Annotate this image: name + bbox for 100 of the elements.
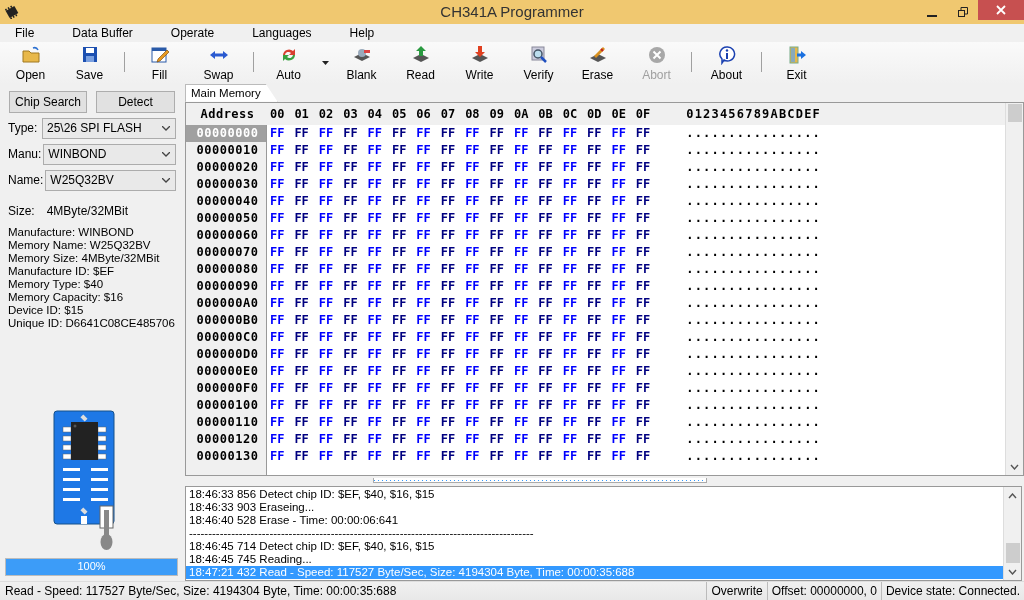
dropdown-field[interactable]: WINBOND [43, 143, 176, 165]
hex-byte: FF [294, 143, 310, 158]
hex-byte: FF [587, 381, 603, 396]
ascii-text: ................ [686, 143, 822, 158]
hex-byte: FF [391, 381, 408, 396]
hex-byte: FF [587, 330, 603, 345]
scrollbar-thumb[interactable] [1005, 542, 1020, 563]
hex-byte: FF [416, 279, 432, 294]
hex-byte: FF [635, 330, 652, 345]
close-button[interactable] [978, 0, 1024, 20]
menu-item[interactable]: Operate [162, 25, 223, 40]
action-button[interactable]: Detect [96, 90, 175, 113]
hex-byte: FF [367, 398, 383, 413]
toolbar-button[interactable]: Auto [259, 41, 318, 84]
hex-byte: FF [562, 126, 579, 141]
hex-byte: FF [513, 415, 530, 430]
hex-byte: FF [538, 330, 554, 345]
hex-byte: FF [294, 194, 310, 209]
toolbar-button[interactable]: Write [450, 41, 509, 84]
hex-byte: FF [587, 347, 603, 362]
hex-byte: FF [465, 381, 481, 396]
cancel-icon [646, 44, 667, 65]
hex-byte: FF [270, 364, 286, 379]
hex-byte: FF [465, 296, 481, 311]
dropdown-field[interactable]: 25\26 SPI FLASH [42, 117, 176, 139]
menu-item[interactable]: Languages [244, 25, 320, 40]
hex-byte: FF [538, 228, 554, 243]
hex-byte: FF [465, 330, 481, 345]
hex-byte: FF [294, 415, 310, 430]
toolbar-button[interactable]: Swap [189, 41, 248, 84]
hex-byte: FF [513, 330, 530, 345]
hex-byte: FF [270, 415, 286, 430]
hex-byte: FF [611, 245, 627, 260]
hex-byte: FF [635, 364, 652, 379]
hex-byte: FF [489, 143, 505, 158]
hex-byte: FF [513, 296, 530, 311]
hex-byte: FF [635, 228, 652, 243]
hex-byte: FF [513, 432, 530, 447]
hex-byte: FF [416, 126, 432, 141]
hex-byte: FF [367, 194, 383, 209]
hex-byte: FF [367, 160, 383, 175]
chevron-icon [162, 177, 170, 183]
hex-byte: FF [343, 364, 359, 379]
hex-byte: FF [294, 432, 310, 447]
column-header: 0A [513, 106, 530, 121]
hex-byte: FF [416, 296, 432, 311]
scrollbar-thumb[interactable] [1007, 103, 1022, 122]
ascii-text: ................ [686, 279, 822, 294]
address-cell-text: 000000B0 [195, 312, 260, 329]
toolbar-button[interactable]: Save [60, 41, 119, 84]
hex-byte: FF [440, 194, 457, 209]
hex-byte: FF [294, 228, 310, 243]
ascii-text: ................ [686, 313, 822, 328]
dropdown-field[interactable]: W25Q32BV [45, 169, 176, 191]
hex-byte: FF [318, 330, 335, 345]
hex-byte: FF [270, 347, 286, 362]
hex-byte: FF [416, 381, 432, 396]
hex-byte: FF [416, 432, 432, 447]
hex-byte: FF [416, 143, 432, 158]
splitter-handle[interactable] [372, 478, 707, 484]
toolbar-button[interactable]: About [697, 41, 756, 84]
hex-byte: FF [343, 381, 359, 396]
edit-icon [149, 44, 170, 65]
hex-byte: FF [367, 177, 383, 192]
toolbar-button[interactable]: Verify [509, 41, 568, 84]
hex-byte: FF [391, 262, 408, 277]
toolbar-button[interactable]: Open [1, 41, 60, 84]
hex-byte: FF [489, 296, 505, 311]
toolbar-button[interactable]: Fill [130, 41, 189, 84]
hex-byte: FF [416, 262, 432, 277]
hex-byte: FF [465, 177, 481, 192]
hex-byte: FF [391, 211, 408, 226]
hex-byte: FF [538, 347, 554, 362]
hex-byte: FF [391, 279, 408, 294]
log-line: 18:46:33 903 Eraseing... [188, 500, 316, 514]
address-cell-text: 00000020 [195, 159, 260, 176]
menu-item[interactable]: File [7, 25, 43, 40]
hex-byte: FF [587, 126, 603, 141]
hex-byte: FF [538, 432, 554, 447]
log-line: ------------------------------------------------------------------------------------------ [188, 526, 535, 540]
hex-byte: FF [391, 313, 408, 328]
hex-byte: FF [635, 381, 652, 396]
menu-item[interactable]: Data Buffer [64, 25, 141, 40]
hex-byte: FF [367, 415, 383, 430]
hex-byte: FF [465, 194, 481, 209]
hex-byte: FF [635, 194, 652, 209]
hex-byte: FF [611, 347, 627, 362]
hex-byte: FF [611, 398, 627, 413]
toolbar-button[interactable]: Erase [568, 41, 627, 84]
device-status: Device state: Connected. [880, 582, 1024, 600]
hex-byte: FF [416, 347, 432, 362]
hex-byte: FF [270, 279, 286, 294]
toolbar-button[interactable]: Read [391, 41, 450, 84]
hex-byte: FF [440, 449, 457, 464]
toolbar-button[interactable]: Exit [767, 41, 826, 84]
menu-item[interactable]: Help [341, 25, 383, 40]
toolbar-button[interactable]: Blank [332, 41, 391, 84]
column-header: 07 [440, 106, 457, 121]
hex-byte: FF [318, 381, 335, 396]
action-button[interactable]: Chip Search [9, 90, 87, 113]
